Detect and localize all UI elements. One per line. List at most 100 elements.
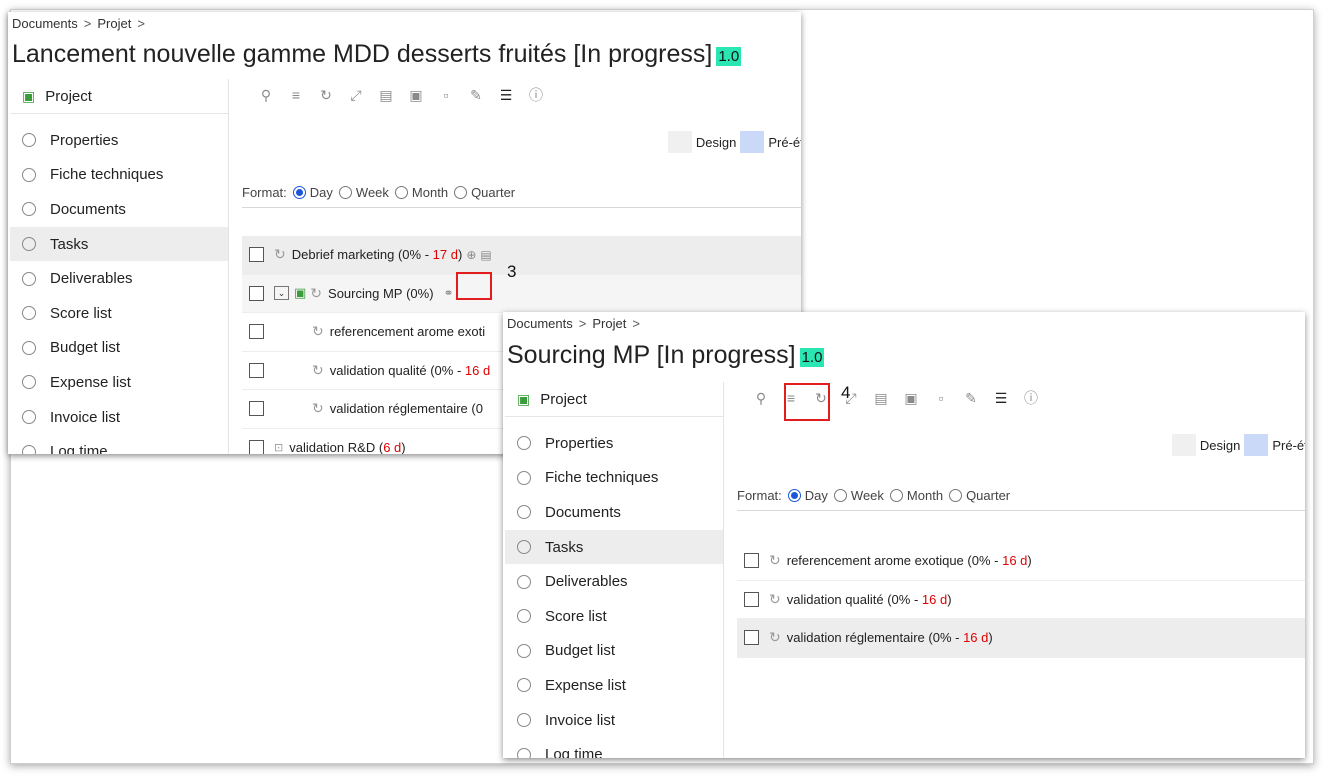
sidebar-item-documents[interactable]: Documents xyxy=(505,495,723,530)
table-row[interactable]: ⌄ ▣ ↻ Sourcing MP (0%) ⚭ xyxy=(242,274,801,313)
breadcrumb-projet[interactable]: Projet xyxy=(592,316,626,331)
radio-icon xyxy=(22,133,36,148)
radio-icon xyxy=(22,410,36,425)
radio-icon xyxy=(22,444,36,454)
step-callout: 4 xyxy=(841,383,851,402)
task-list: ↻ referencement arome exotique (0% - 16 … xyxy=(737,542,1305,658)
task-checkbox[interactable] xyxy=(249,324,264,340)
page-title: Lancement nouvelle gamme MDD desserts fr… xyxy=(12,40,742,68)
main-content: ⚲ ≡ ↻ ⤢ ▤ ▣ ▫ ✎ ☰ ⓘ Design Pré-étu Forma… xyxy=(725,382,1305,758)
highlight-box-link xyxy=(456,272,492,300)
radio-icon xyxy=(517,505,531,520)
format-quarter[interactable]: Quarter xyxy=(454,185,515,200)
task-checkbox[interactable] xyxy=(249,285,264,301)
add-task-icon[interactable]: ≡ xyxy=(288,87,304,103)
table-row[interactable]: ↻ referencement arome exotique (0% - 16 … xyxy=(737,542,1305,581)
radio-icon xyxy=(517,643,531,658)
print-icon[interactable]: ▤ xyxy=(873,390,889,407)
sidebar-item-log-time[interactable]: Log time xyxy=(10,434,228,454)
hierarchy-icon[interactable]: ☰ xyxy=(993,390,1009,407)
edit-icon[interactable]: ✎ xyxy=(468,87,484,104)
table-row[interactable]: ↻ validation réglementaire (0% - 16 d) xyxy=(737,619,1305,658)
legend-swatch-design xyxy=(1171,434,1196,456)
breadcrumb-documents[interactable]: Documents xyxy=(12,16,78,31)
format-day[interactable]: Day xyxy=(787,488,828,503)
sidebar-header[interactable]: ▣ Project xyxy=(505,382,723,417)
format-week[interactable]: Week xyxy=(833,488,884,503)
format-quarter[interactable]: Quarter xyxy=(949,488,1010,503)
radio-icon xyxy=(517,609,531,624)
task-checkbox[interactable] xyxy=(249,247,264,263)
task-checkbox[interactable] xyxy=(744,630,759,646)
edit-icon[interactable]: ✎ xyxy=(963,390,979,407)
sidebar-item-invoice-list[interactable]: Invoice list xyxy=(505,703,723,738)
sidebar-item-log-time[interactable]: Log time xyxy=(505,737,723,758)
search-icon[interactable]: ⚲ xyxy=(753,390,769,407)
sidebar-item-tasks[interactable]: Tasks xyxy=(505,529,723,565)
format-selector: Format: Day Week Month Quarter xyxy=(737,488,1011,503)
sidebar-item-expense-list[interactable]: Expense list xyxy=(10,365,228,400)
expand-icon[interactable]: ⤢ xyxy=(348,87,364,104)
info-icon[interactable]: ⓘ xyxy=(528,85,544,105)
sidebar-item-score-list[interactable]: Score list xyxy=(10,296,228,331)
radio-icon xyxy=(22,237,36,252)
hierarchy-icon[interactable]: ☰ xyxy=(498,87,514,104)
radio-icon xyxy=(22,340,36,355)
table-row[interactable]: ↻ validation qualité (0% - 16 d) xyxy=(737,581,1305,619)
radio-icon xyxy=(22,202,36,217)
sidebar-header[interactable]: ▣ Project xyxy=(10,79,228,114)
print-icon[interactable]: ▤ xyxy=(378,87,394,104)
info-icon[interactable]: ⓘ xyxy=(1023,388,1039,408)
sidebar-item-documents[interactable]: Documents xyxy=(10,192,228,227)
clipboard-icon: ▣ xyxy=(294,285,307,301)
clipboard-icon[interactable]: ▣ xyxy=(903,390,919,407)
sidebar-item-budget-list[interactable]: Budget list xyxy=(505,634,723,669)
table-row[interactable]: ↻ Debrief marketing (0% - 17 d) ⊕ ▤ xyxy=(242,236,801,275)
format-selector: Format: Day Week Month Quarter xyxy=(242,185,516,200)
link-icon[interactable]: ⚭ xyxy=(444,286,454,300)
step-callout: 3 xyxy=(507,262,517,281)
toolbar: ⚲ ≡ ↻ ⤢ ▤ ▣ ▫ ✎ ☰ ⓘ xyxy=(230,79,801,111)
format-month[interactable]: Month xyxy=(889,488,943,503)
task-checkbox[interactable] xyxy=(744,553,759,569)
format-month[interactable]: Month xyxy=(394,185,448,200)
task-checkbox[interactable] xyxy=(249,362,264,378)
sidebar-item-score-list[interactable]: Score list xyxy=(505,599,723,634)
sidebar-item-fiche-techniques[interactable]: Fiche techniques xyxy=(505,461,723,496)
radio-icon xyxy=(22,306,36,321)
sidebar-item-deliverables[interactable]: Deliverables xyxy=(10,261,228,296)
sidebar-item-fiche-techniques[interactable]: Fiche techniques xyxy=(10,158,228,193)
sidebar-item-expense-list[interactable]: Expense list xyxy=(505,668,723,703)
cycle-icon: ↻ xyxy=(312,400,324,417)
chevron-down-icon[interactable]: ⌄ xyxy=(274,286,289,301)
refresh-icon[interactable]: ↻ xyxy=(318,87,334,104)
radio-icon xyxy=(517,540,531,555)
radio-icon xyxy=(517,436,531,451)
gantt-legend: Design Pré-étu xyxy=(1168,434,1305,456)
subproject-panel: Documents > Projet > Sourcing MP [In progre… xyxy=(503,312,1305,758)
cycle-icon: ↻ xyxy=(769,552,781,569)
sidebar-item-invoice-list[interactable]: Invoice list xyxy=(10,400,228,435)
sidebar-item-tasks[interactable]: Tasks xyxy=(10,226,228,262)
task-checkbox[interactable] xyxy=(744,591,759,607)
format-day[interactable]: Day xyxy=(292,185,333,200)
legend-swatch-pre-etude xyxy=(1244,434,1269,456)
sidebar-item-properties[interactable]: Properties xyxy=(505,426,723,461)
task-checkbox[interactable] xyxy=(249,439,264,454)
sidebar-item-budget-list[interactable]: Budget list xyxy=(10,331,228,366)
breadcrumb-projet[interactable]: Projet xyxy=(97,16,131,31)
radio-icon xyxy=(517,678,531,693)
clipboard-icon[interactable]: ▣ xyxy=(408,87,424,104)
export-icon[interactable]: ▫ xyxy=(438,87,454,103)
arrow-right-icon[interactable]: ⊕ xyxy=(466,248,476,262)
task-checkbox[interactable] xyxy=(249,401,264,417)
cycle-icon: ↻ xyxy=(312,361,324,378)
export-icon[interactable]: ▫ xyxy=(933,390,949,406)
note-icon[interactable]: ▤ xyxy=(480,248,491,262)
sidebar-item-properties[interactable]: Properties xyxy=(10,123,228,158)
breadcrumb-documents[interactable]: Documents xyxy=(507,316,573,331)
sidebar-item-deliverables[interactable]: Deliverables xyxy=(505,564,723,599)
radio-icon xyxy=(22,271,36,286)
search-icon[interactable]: ⚲ xyxy=(258,87,274,104)
format-week[interactable]: Week xyxy=(338,185,389,200)
